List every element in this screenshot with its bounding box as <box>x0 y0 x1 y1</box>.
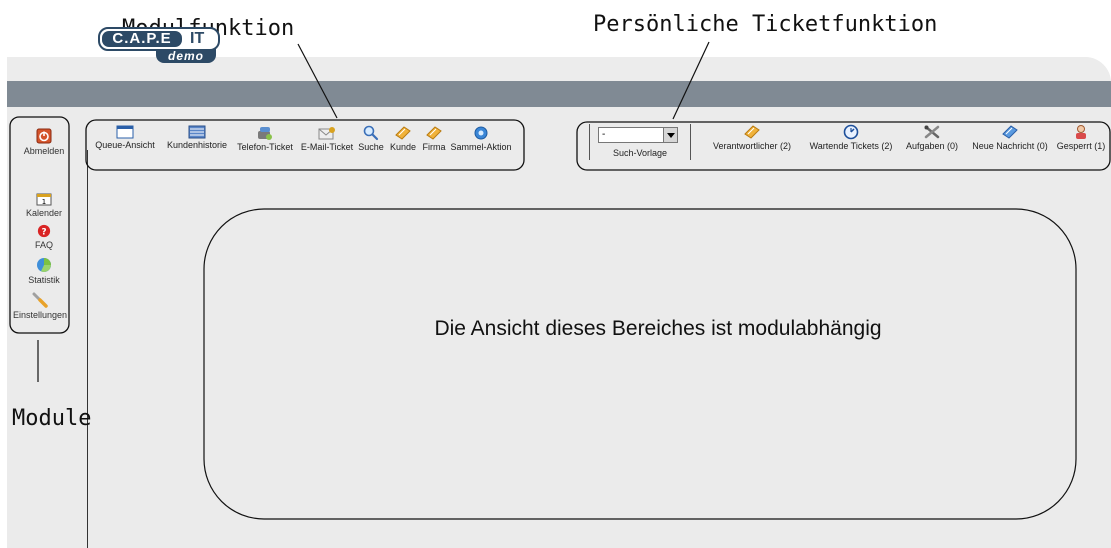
toolbar-aufgaben[interactable]: Aufgaben (0) <box>899 124 965 151</box>
toolbar-neue-nachricht[interactable]: Neue Nachricht (0) <box>966 124 1054 151</box>
sidebar-item-label: Abmelden <box>23 146 65 156</box>
toolbar-sammel-aktion[interactable]: Sammel-Aktion <box>447 125 515 152</box>
sidebar-item-statistik[interactable]: Statistik <box>4 257 84 285</box>
toolbar-separator <box>690 124 691 160</box>
content-left-border <box>87 150 88 548</box>
svg-text:1: 1 <box>42 198 46 206</box>
toolbar-label: Telefon-Ticket <box>237 142 293 152</box>
customer-history-icon <box>188 125 206 139</box>
help-icon: ? <box>37 224 51 238</box>
user-info: Servicedesk Assistant0 (demo_agent0@cape… <box>764 31 1103 43</box>
tasks-icon <box>924 125 940 139</box>
toolbar-label: Wartende Tickets (2) <box>809 141 893 151</box>
sidebar-item-einstellungen[interactable]: Einstellungen <box>0 292 80 320</box>
toolbar-verantwortlicher[interactable]: Verantwortlicher (2) <box>705 124 799 151</box>
phone-ticket-icon <box>258 127 272 140</box>
content-placeholder-text: Die Ansicht dieses Bereiches ist modulab… <box>434 317 882 340</box>
logout-icon <box>36 128 52 144</box>
sidebar-item-label: Einstellungen <box>12 310 68 320</box>
toolbar-wartende-tickets[interactable]: Wartende Tickets (2) <box>803 124 899 151</box>
responsible-icon <box>744 125 760 139</box>
toolbar-label: Kundenhistorie <box>166 140 228 150</box>
toolbar-telefon-ticket[interactable]: Telefon-Ticket <box>233 125 297 152</box>
queue-view-icon <box>116 125 134 139</box>
sidebar-item-label: Kalender <box>25 208 63 218</box>
toolbar-label: E-Mail-Ticket <box>300 142 354 152</box>
toolbar-label: Aufgaben (0) <box>905 141 959 151</box>
new-message-icon <box>1002 125 1018 139</box>
search-template-label: Such-Vorlage <box>612 148 668 158</box>
toolbar-label: Queue-Ansicht <box>95 140 155 150</box>
calendar-icon: 1 <box>36 193 52 206</box>
customer-icon <box>395 126 411 140</box>
toolbar-label: Suche <box>358 142 384 152</box>
toolbar-firma[interactable]: Firma <box>419 125 449 152</box>
header-bar <box>7 81 1111 107</box>
sidebar-item-label: FAQ <box>34 240 53 250</box>
toolbar-label: Neue Nachricht (0) <box>972 141 1048 151</box>
sidebar-item-faq[interactable]: ? FAQ <box>4 224 84 250</box>
toolbar-label: Firma <box>422 142 446 152</box>
logo-cape-text: C.A.P.E <box>102 31 182 47</box>
toolbar-suche[interactable]: Suche <box>356 125 386 152</box>
toolbar-email-ticket[interactable]: E-Mail-Ticket <box>297 125 357 152</box>
toolbar-separator <box>589 124 590 160</box>
toolbar-kundenhistorie[interactable]: Kundenhistorie <box>161 125 233 150</box>
search-template-select[interactable]: - <box>598 127 678 143</box>
toolbar-gesperrt[interactable]: Gesperrt (1) <box>1052 124 1110 151</box>
statistics-icon <box>37 258 51 272</box>
bulk-action-icon <box>474 126 488 140</box>
toolbar-kunde[interactable]: Kunde <box>388 125 418 152</box>
sidebar-item-kalender[interactable]: 1 Kalender <box>4 192 84 218</box>
sidebar-item-abmelden[interactable]: Abmelden <box>4 128 84 156</box>
toolbar-queue-ansicht[interactable]: Queue-Ansicht <box>91 125 159 150</box>
chevron-down-icon[interactable] <box>663 128 677 142</box>
toolbar-label: Verantwortlicher (2) <box>712 141 792 151</box>
sidebar-item-label: Statistik <box>28 275 60 285</box>
logo-it-text: IT <box>190 30 205 47</box>
locked-icon <box>1076 125 1086 139</box>
toolbar-label: Sammel-Aktion <box>450 142 512 152</box>
email-ticket-icon <box>318 127 335 140</box>
annotation-module: Module <box>12 406 92 431</box>
toolbar-label: Kunde <box>389 142 417 152</box>
company-icon <box>426 126 442 140</box>
search-icon <box>363 125 379 141</box>
settings-wrench-icon <box>32 292 48 308</box>
logo-demo-text: demo <box>156 49 216 63</box>
svg-text:?: ? <box>41 228 46 238</box>
toolbar-label: Gesperrt (1) <box>1056 141 1106 151</box>
cape-it-logo[interactable]: C.A.P.E IT demo <box>98 27 220 65</box>
search-template-value: - <box>602 129 606 140</box>
pending-tickets-icon <box>843 124 859 140</box>
